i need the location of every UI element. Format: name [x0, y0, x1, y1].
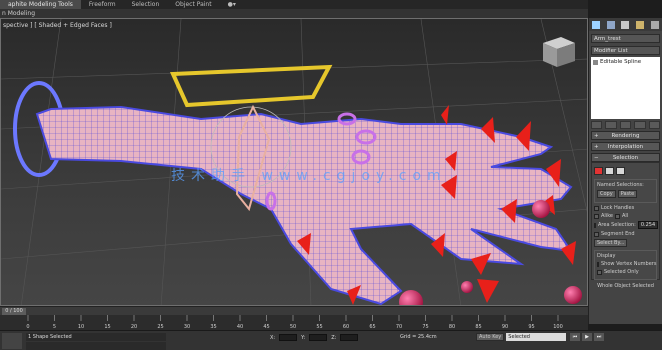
lock-handles-checkbox[interactable] [594, 205, 599, 211]
remove-modifier-icon[interactable] [634, 121, 646, 129]
viewcube-icon[interactable] [543, 37, 575, 67]
animation-key-controls: Auto Key Selected [476, 333, 567, 341]
selection-status-text: Whole Object Selected [597, 283, 654, 289]
stack-item[interactable]: Editable Spline [593, 59, 658, 65]
make-unique-icon[interactable] [619, 121, 632, 129]
prompt-line [26, 342, 166, 350]
motion-tab-icon[interactable] [636, 20, 645, 29]
max-window: aphite Modeling Tools Freeform Selection… [0, 0, 662, 350]
tab-freeform[interactable]: Freeform [81, 0, 124, 9]
viewport-view-menu[interactable]: spective ] [3, 22, 32, 29]
coordinate-display: X: Y: Z: [270, 334, 359, 341]
command-panel: Arm_trest Modifier List Editable Spline … [588, 18, 662, 324]
ribbon-options-icon[interactable]: ●▾ [220, 0, 244, 9]
select-by-button[interactable]: Select By... [594, 239, 628, 247]
playback-controls: ⏮ ▶ ⏭ [570, 333, 604, 341]
x-coordinate-field[interactable] [279, 334, 298, 341]
key-filter-select[interactable]: Selected [506, 333, 567, 341]
tab-selection[interactable]: Selection [124, 0, 168, 9]
subobject-level-icons [594, 167, 657, 175]
ribbon-panel-label[interactable]: n Modeling [0, 9, 588, 18]
y-coordinate-field[interactable] [309, 334, 328, 341]
vertex-icon[interactable] [594, 167, 603, 175]
spline-icon [593, 59, 598, 65]
play-icon[interactable]: ▶ [582, 333, 592, 341]
status-bar: 1 Shape Selected X: Y: Z: Grid = 25.4cm … [0, 330, 662, 350]
hierarchy-tab-icon[interactable] [621, 20, 630, 29]
track-bar-ruler: 0 5 10 15 20 25 30 35 40 45 50 55 60 65 70 75 80 85 90 95 10… [26, 315, 563, 330]
maxscript-listener-icon[interactable] [2, 333, 22, 349]
watermark-text: 技术助手 www.cgjoy.com [171, 168, 447, 184]
stack-tools [591, 121, 661, 129]
selected-only-checkbox[interactable] [597, 269, 602, 275]
paste-button[interactable]: Paste [617, 190, 638, 198]
selection-count-text: 1 Shape Selected [26, 333, 166, 341]
tab-object-paint[interactable]: Object Paint [167, 0, 219, 9]
all-radio[interactable] [615, 213, 620, 219]
modifier-list-dropdown[interactable]: Modifier List [591, 46, 660, 55]
ik-control-rectangle[interactable] [169, 64, 333, 108]
object-name-field[interactable]: Arm_trest [591, 34, 660, 43]
command-panel-tabs [589, 18, 662, 31]
modifier-stack[interactable]: Editable Spline [591, 57, 660, 119]
named-selections-group: Named Selections: Copy Paste [594, 179, 657, 203]
selection-rollout-body: Named Selections: Copy Paste Lock Handle… [591, 162, 660, 289]
perspective-viewport[interactable]: spective ] [ Shaded + Edged Faces ] 技术助手… [0, 18, 588, 306]
viewport-label: spective ] [ Shaded + Edged Faces ] [3, 22, 112, 29]
viewport-shading-menu[interactable]: [ Shaded + Edged Faces ] [34, 22, 111, 29]
display-group: Display Show Vertex Numbers Selected Onl… [594, 250, 657, 280]
rollout-rendering[interactable]: + Rendering [591, 131, 660, 140]
track-bar[interactable]: 0 5 10 15 20 25 30 35 40 45 50 55 60 65 70 75 80 85 90 95 10… [0, 315, 588, 330]
go-to-start-icon[interactable]: ⏮ [570, 333, 580, 341]
alike-radio[interactable] [594, 213, 599, 219]
go-to-end-icon[interactable]: ⏭ [594, 333, 604, 341]
spline-subobject-icon[interactable] [616, 167, 625, 175]
rollout-selection[interactable]: − Selection [591, 153, 660, 162]
auto-key-button[interactable]: Auto Key [476, 333, 505, 341]
display-tab-icon[interactable] [650, 20, 659, 29]
segment-icon[interactable] [605, 167, 614, 175]
area-selection-spinner[interactable]: 0.254 [637, 221, 659, 229]
z-coordinate-field[interactable] [340, 334, 359, 341]
rollout-interpolation[interactable]: + Interpolation [591, 142, 660, 151]
ribbon-tabs: aphite Modeling Tools Freeform Selection… [0, 0, 588, 9]
tab-graphite-modeling-tools[interactable]: aphite Modeling Tools [0, 0, 81, 9]
copy-button[interactable]: Copy [597, 190, 616, 198]
time-slider-thumb[interactable]: 0 / 100 [2, 308, 26, 315]
scene-render [1, 19, 587, 305]
modify-tab-icon[interactable] [606, 20, 615, 29]
pin-stack-icon[interactable] [591, 121, 603, 129]
create-tab-icon[interactable] [592, 20, 601, 29]
area-selection-checkbox[interactable] [594, 222, 596, 228]
grid-size-text: Grid = 25.4cm [400, 334, 437, 340]
show-end-result-icon[interactable] [605, 121, 617, 129]
time-slider[interactable]: 0 / 100 [0, 306, 588, 315]
segment-end-checkbox[interactable] [594, 231, 599, 237]
show-vertex-numbers-checkbox[interactable] [597, 261, 599, 267]
configure-sets-icon[interactable] [648, 121, 661, 129]
